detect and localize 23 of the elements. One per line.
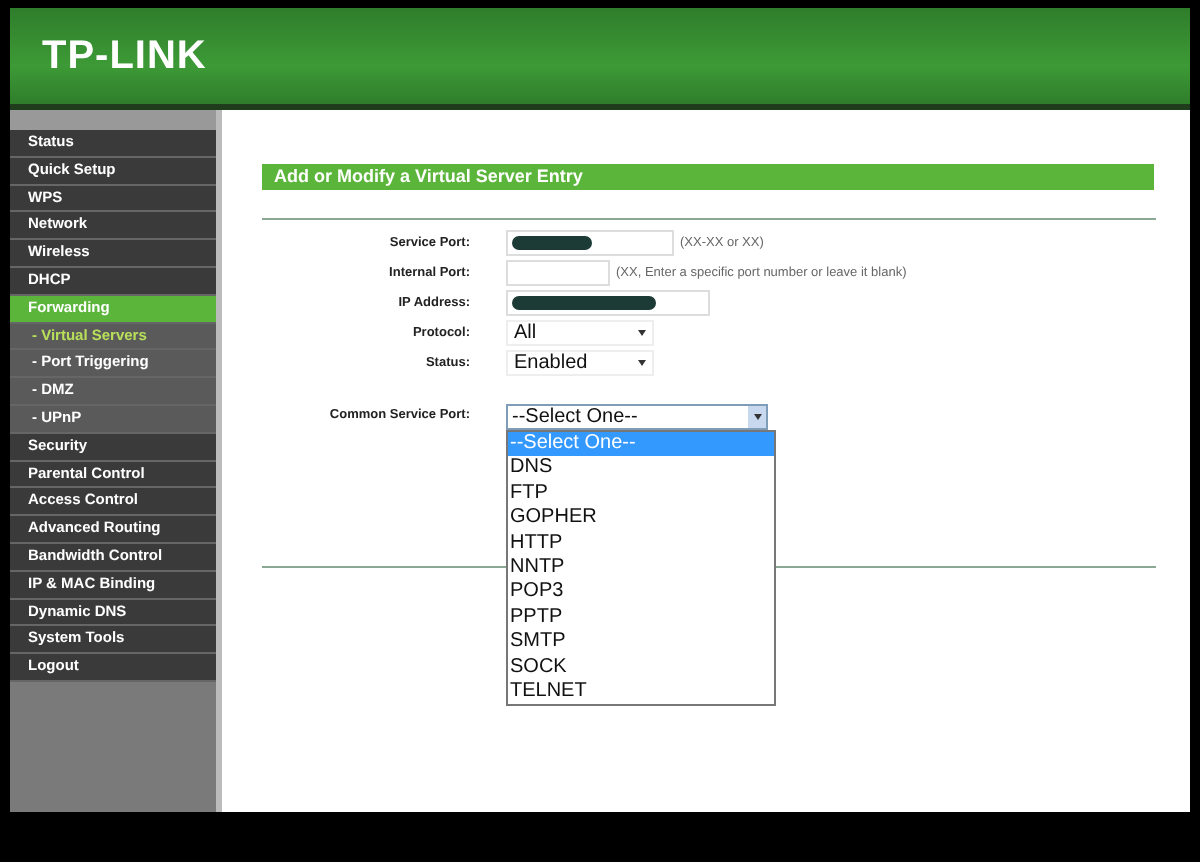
dropdown[interactable]: All	[506, 320, 654, 346]
dropdown-option[interactable]: TELNET	[508, 679, 774, 705]
caret-icon	[638, 360, 646, 366]
dropdown-option[interactable]: SMTP	[508, 630, 774, 656]
dropdown-option[interactable]: POP3	[508, 580, 774, 606]
dropdown-option[interactable]: NNTP	[508, 555, 774, 581]
logo: TP-LINK	[42, 33, 207, 79]
redaction-mark	[512, 236, 592, 250]
dropdown[interactable]: --Select One--	[506, 404, 768, 430]
input-field[interactable]	[506, 230, 674, 256]
dropdown-option[interactable]: SOCK	[508, 655, 774, 680]
dropdown[interactable]: Enabled	[506, 350, 654, 376]
section-title: Add or Modify a Virtual Server Entry	[262, 164, 1154, 190]
dropdown-option[interactable]: PPTP	[508, 605, 774, 631]
redaction-mark	[512, 296, 656, 310]
dropdown-option[interactable]: DNS	[508, 456, 774, 482]
dropdown-button[interactable]	[748, 406, 766, 428]
dropdown-option[interactable]: FTP	[508, 481, 774, 507]
input-field[interactable]	[506, 290, 710, 316]
caret-icon	[638, 330, 646, 336]
dropdown-option[interactable]: HTTP	[508, 531, 774, 556]
dropdown-option[interactable]: GOPHER	[508, 506, 774, 532]
input-field[interactable]	[506, 260, 610, 286]
